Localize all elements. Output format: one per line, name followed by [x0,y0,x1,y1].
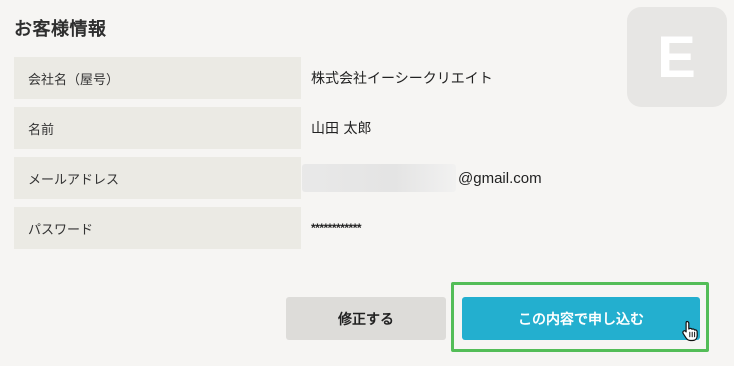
email-value: @gmail.com [302,157,542,199]
email-label: メールアドレス [14,157,301,199]
info-row-email: メールアドレス @gmail.com [14,157,614,199]
name-label: 名前 [14,107,301,149]
email-domain-text: @gmail.com [458,169,542,187]
edit-button[interactable]: 修正する [286,297,446,340]
info-row-company: 会社名（屋号） 株式会社イーシークリエイト [14,57,614,99]
submit-application-button[interactable]: この内容で申し込む [462,297,700,340]
password-label: パスワード [14,207,301,249]
info-row-name: 名前 山田 太郎 [14,107,614,149]
email-redaction [302,164,456,192]
name-value: 山田 太郎 [311,121,372,137]
page-title: お客様情報 [14,19,107,40]
customer-info-page: お客様情報 E 会社名（屋号） 株式会社イーシークリエイト 名前 山田 太郎 メ… [0,0,734,366]
customer-info-table: 会社名（屋号） 株式会社イーシークリエイト 名前 山田 太郎 メールアドレス @… [14,57,614,257]
avatar: E [627,7,727,107]
avatar-initial: E [657,24,697,90]
info-row-password: パスワード ************ [14,207,614,249]
password-value: ************ [311,221,362,235]
company-value: 株式会社イーシークリエイト [311,71,493,87]
hand-pointer-icon [682,320,698,342]
company-label: 会社名（屋号） [14,57,301,99]
